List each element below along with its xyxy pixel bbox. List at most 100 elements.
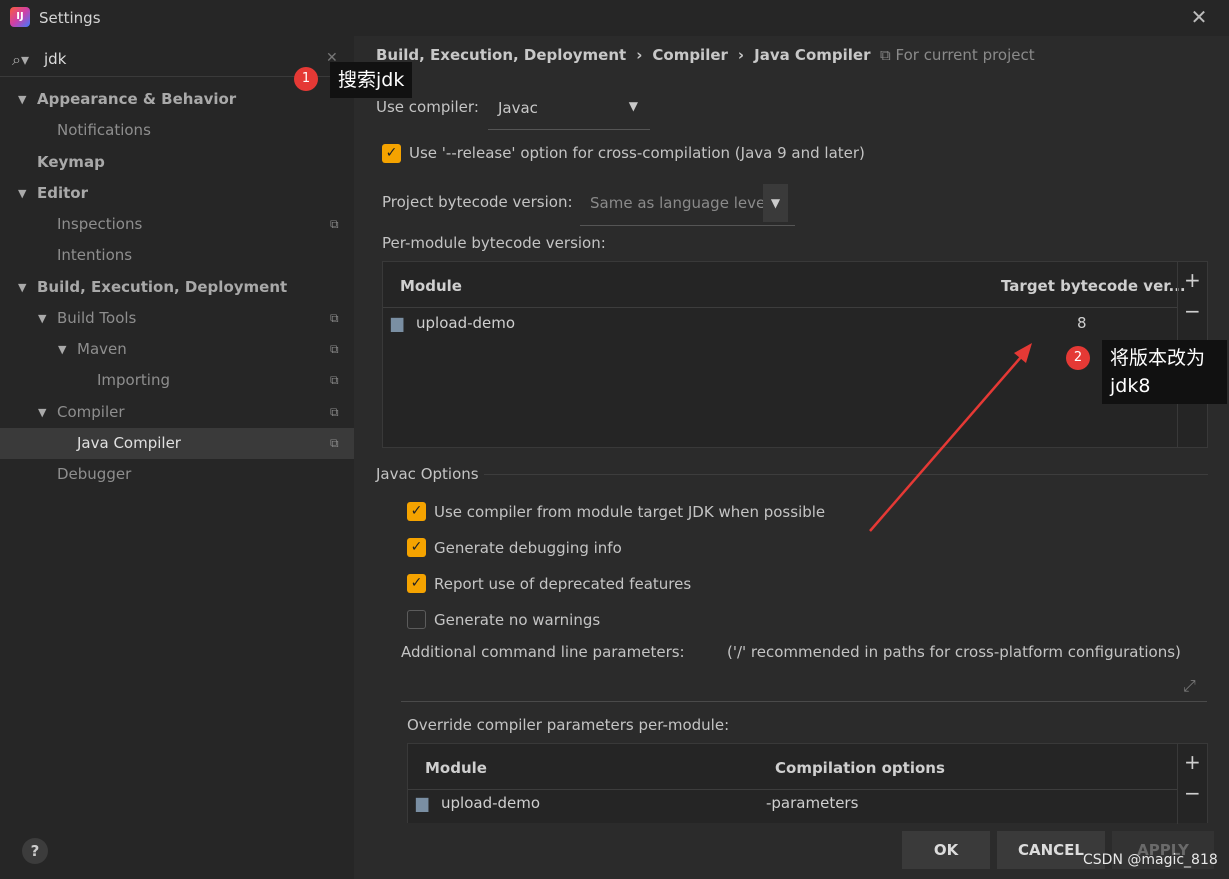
annotation-note-1: 搜索jdk — [330, 62, 413, 98]
compiler-value: Javac — [498, 99, 538, 117]
annotation-note-2-line2: jdk8 — [1110, 375, 1151, 397]
expand-icon[interactable]: ⤢ — [1183, 676, 1196, 696]
expand-arrow-icon[interactable]: ▼ — [18, 84, 26, 115]
watermark: CSDN @magic_818 — [1083, 852, 1218, 868]
module-jdk-label: Use compiler from module target JDK when… — [434, 503, 826, 521]
expand-arrow-icon[interactable]: ▼ — [58, 334, 66, 365]
breadcrumb-build[interactable]: Build, Execution, Deployment — [376, 46, 626, 64]
target-version-value[interactable]: 8 — [1077, 314, 1087, 332]
tree-item-label: Compiler — [57, 403, 125, 421]
expand-arrow-icon[interactable]: ▼ — [38, 303, 46, 334]
deprecated-checkbox[interactable]: ✓ — [407, 574, 426, 593]
search-input[interactable]: jdk — [44, 50, 66, 68]
tree-item-maven[interactable]: ▼ Maven ⧉ — [0, 334, 354, 365]
tree-item-label: Importing — [97, 371, 170, 389]
tree-item-label: Build Tools — [57, 309, 137, 327]
tree-item-label: Notifications — [57, 121, 151, 139]
tree-item-build-tools[interactable]: ▼ Build Tools ⧉ — [0, 303, 354, 334]
add-icon[interactable]: + — [1184, 268, 1201, 292]
annotation-arrow — [869, 343, 1032, 532]
breadcrumb: Build, Execution, Deployment › Compiler › Ja… — [376, 46, 880, 64]
search-icon[interactable]: ⌕▾ — [12, 50, 29, 70]
override-label: Override compiler parameters per-module: — [407, 716, 730, 734]
module-jdk-checkbox[interactable]: ✓ — [407, 502, 426, 521]
help-button[interactable]: ? — [22, 838, 48, 864]
tree-item-keymap[interactable]: Keymap — [0, 147, 354, 178]
project-scope-icon: ⧉ — [330, 342, 339, 356]
toolbar-divider — [1177, 744, 1178, 824]
debug-info-label: Generate debugging info — [434, 539, 622, 557]
project-scope-icon: ⧉ — [880, 46, 896, 64]
tree-item-build-execution[interactable]: ▼ Build, Execution, Deployment — [0, 272, 354, 303]
breadcrumb-separator: › — [737, 46, 745, 64]
params-input[interactable] — [401, 666, 1207, 702]
expand-arrow-icon[interactable]: ▼ — [18, 178, 26, 209]
column-header-target[interactable]: Target bytecode ver... — [1001, 277, 1186, 295]
project-scope-icon: ⧉ — [330, 373, 339, 387]
dropdown-arrow-icon[interactable]: ▼ — [763, 184, 788, 222]
close-icon[interactable]: ✕ — [1189, 6, 1209, 28]
for-current-project: ⧉ For current project — [880, 46, 1035, 64]
dropdown-arrow-icon: ▼ — [628, 99, 638, 113]
breadcrumb-java-compiler: Java Compiler — [754, 46, 871, 64]
expand-arrow-icon[interactable]: ▼ — [18, 272, 26, 303]
debug-info-checkbox[interactable]: ✓ — [407, 538, 426, 557]
bytecode-version-value: Same as language level — [590, 194, 770, 212]
tree-item-notifications[interactable]: Notifications — [0, 115, 354, 146]
tree-item-compiler[interactable]: ▼ Compiler ⧉ — [0, 397, 354, 428]
module-folder-icon: ▆ — [391, 313, 404, 332]
no-warnings-label: Generate no warnings — [434, 611, 601, 629]
tree-item-label: Keymap — [37, 153, 105, 171]
column-header-options[interactable]: Compilation options — [775, 759, 945, 777]
table-header-divider — [383, 307, 1177, 308]
release-option-checkbox[interactable]: ✓ — [382, 144, 401, 163]
remove-icon[interactable]: − — [1184, 299, 1201, 323]
project-scope-icon: ⧉ — [330, 436, 339, 450]
project-scope-icon: ⧉ — [330, 217, 339, 231]
breadcrumb-compiler[interactable]: Compiler — [652, 46, 728, 64]
bytecode-version-dropdown[interactable]: Same as language level ▼ — [580, 184, 795, 226]
tree-item-importing[interactable]: Importing ⧉ — [0, 365, 354, 396]
for-current-project-label: For current project — [895, 46, 1035, 64]
window-title: Settings — [39, 9, 101, 27]
per-module-label: Per-module bytecode version: — [382, 234, 606, 252]
tree-item-java-compiler[interactable]: Java Compiler ⧉ — [0, 428, 354, 459]
tree-item-label: Editor — [37, 184, 88, 202]
tree-item-inspections[interactable]: Inspections ⧉ — [0, 209, 354, 240]
use-compiler-label: Use compiler: — [376, 98, 479, 116]
title-bar — [0, 0, 1229, 36]
add-icon[interactable]: + — [1184, 750, 1201, 774]
compilation-options-value[interactable]: -parameters — [766, 794, 858, 812]
project-bytecode-label: Project bytecode version: — [382, 193, 573, 211]
intellij-app-icon: IJ — [10, 7, 30, 27]
tree-item-label: Inspections — [57, 215, 143, 233]
tree-item-editor[interactable]: ▼ Editor — [0, 178, 354, 209]
tree-item-label: Java Compiler — [77, 434, 181, 452]
column-header-module[interactable]: Module — [425, 759, 487, 777]
tree-item-debugger[interactable]: Debugger — [0, 459, 354, 490]
tree-item-label: Appearance & Behavior — [37, 90, 237, 108]
annotation-note-2: 将版本改为 jdk8 — [1102, 340, 1227, 404]
tree-item-label: Build, Execution, Deployment — [37, 278, 288, 296]
table-header-divider — [408, 789, 1177, 790]
breadcrumb-separator: › — [636, 46, 643, 64]
tree-item-label: Debugger — [57, 465, 132, 483]
expand-arrow-icon[interactable]: ▼ — [38, 397, 46, 428]
table-row[interactable]: ▆ upload-demo 8 — [391, 313, 1177, 339]
column-header-module[interactable]: Module — [400, 277, 462, 295]
tree-item-label: Intentions — [57, 246, 133, 264]
compiler-dropdown[interactable]: Javac ▼ — [488, 90, 650, 130]
deprecated-label: Report use of deprecated features — [434, 575, 692, 593]
params-hint: ('/' recommended in paths for cross-plat… — [727, 643, 1181, 661]
tree-item-intentions[interactable]: Intentions — [0, 240, 354, 271]
annotation-note-2-line1: 将版本改为 — [1110, 347, 1206, 369]
table-row[interactable]: ▆ upload-demo -parameters — [416, 793, 1176, 819]
tree-item-label: Maven — [77, 340, 127, 358]
ok-button[interactable]: OK — [902, 831, 990, 869]
project-scope-icon: ⧉ — [330, 405, 339, 419]
override-table: Module Compilation options ▆ upload-demo… — [407, 743, 1208, 824]
javac-separator — [484, 474, 1208, 475]
no-warnings-checkbox[interactable] — [407, 610, 426, 629]
project-scope-icon: ⧉ — [330, 311, 339, 325]
remove-icon[interactable]: − — [1184, 781, 1201, 805]
